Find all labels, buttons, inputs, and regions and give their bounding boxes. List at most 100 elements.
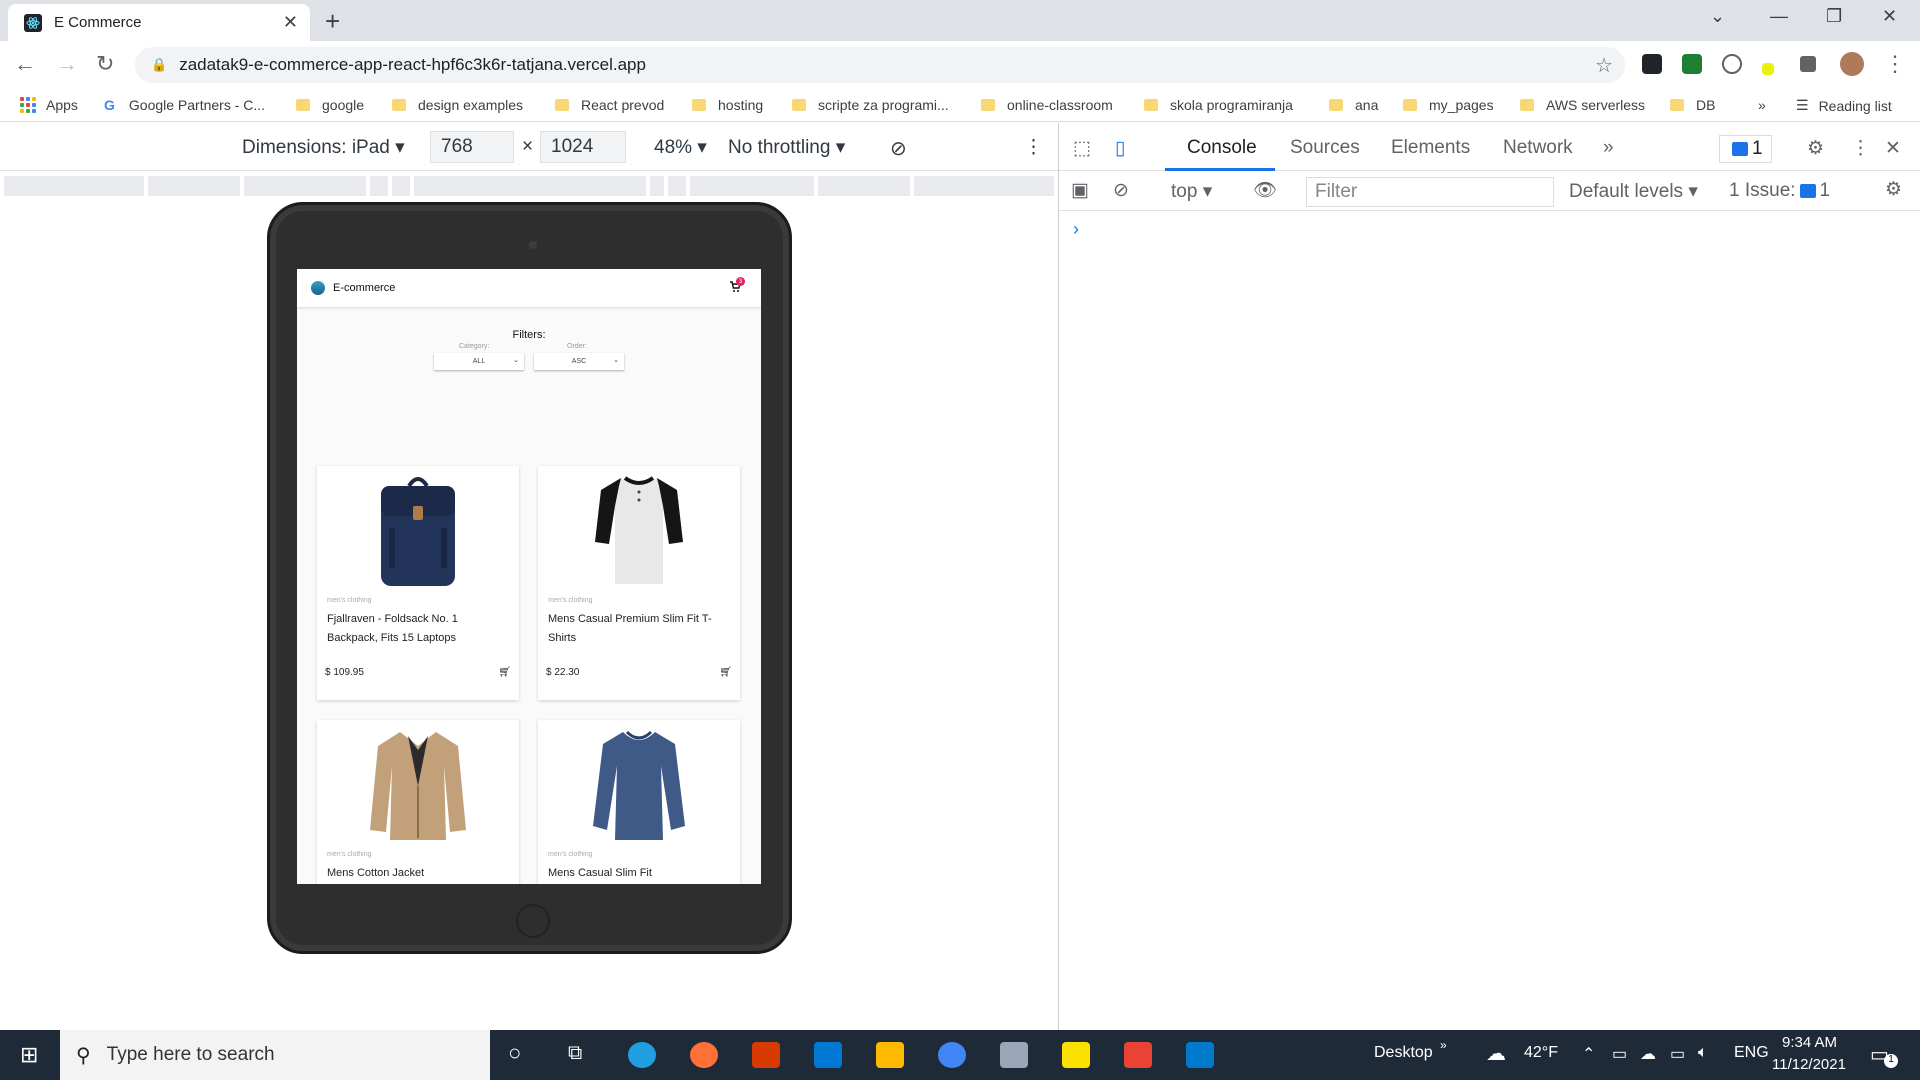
device-dimensions-select[interactable]: Dimensions: iPad ▾ xyxy=(242,136,405,159)
vscode-icon[interactable] xyxy=(1186,1042,1214,1068)
chrome-icon[interactable] xyxy=(938,1042,966,1068)
meet-now-icon[interactable]: ▭ xyxy=(1612,1044,1627,1064)
bookmark-folder[interactable]: DB xyxy=(1670,97,1715,113)
clear-console-icon[interactable]: ⊘ xyxy=(1113,179,1129,202)
reading-list-button[interactable]: ☰ Reading list xyxy=(1796,97,1892,114)
tab-console[interactable]: Console xyxy=(1187,137,1257,159)
device-width-input[interactable]: 768 xyxy=(430,131,514,163)
bookmark-folder[interactable]: google xyxy=(296,97,364,113)
desktop-toolbar[interactable]: Desktop xyxy=(1374,1044,1433,1062)
address-bar[interactable]: 🔒 zadatak9-e-commerce-app-react-hpf6c3k6… xyxy=(135,47,1625,83)
console-prompt[interactable]: › xyxy=(1073,219,1079,240)
bookmark-folder[interactable]: design examples xyxy=(392,97,523,113)
close-devtools-icon[interactable]: ✕ xyxy=(1885,137,1901,160)
app-bar: E-commerce 3 xyxy=(297,269,761,307)
settings-gear-icon[interactable]: ⚙ xyxy=(1807,137,1824,160)
more-tabs-button[interactable]: » xyxy=(1603,137,1614,159)
tab-sources[interactable]: Sources xyxy=(1290,137,1360,159)
language-indicator[interactable]: ENG xyxy=(1734,1044,1769,1062)
clock-date[interactable]: 11/12/2021 xyxy=(1772,1056,1846,1073)
toolbar-expand-icon[interactable]: » xyxy=(1440,1038,1447,1052)
sidebar-toggle-icon[interactable]: ▣ xyxy=(1071,179,1089,202)
bookmark-apps[interactable]: Apps xyxy=(20,97,78,113)
product-card[interactable]: men's clothing Mens Casual Premium Slim … xyxy=(538,466,740,700)
add-to-cart-icon[interactable]: 🛒︎ xyxy=(719,667,732,678)
product-card[interactable]: men's clothing Fjallraven - Foldsack No.… xyxy=(317,466,519,700)
tab-network[interactable]: Network xyxy=(1503,137,1573,159)
rotate-icon[interactable]: ⊘ xyxy=(890,136,907,161)
more-bookmarks-button[interactable]: » xyxy=(1758,97,1766,113)
bookmark-star-icon[interactable]: ☆ xyxy=(1595,53,1613,78)
product-card[interactable]: men's clothing Mens Cotton Jacket xyxy=(317,720,519,884)
puzzle-extensions-icon[interactable] xyxy=(1800,56,1816,72)
windows-start-icon[interactable]: ⊞ xyxy=(20,1042,38,1068)
taskbar-search[interactable]: ⚲ Type here to search xyxy=(60,1030,490,1080)
device-height-input[interactable]: 1024 xyxy=(540,131,626,163)
tab-elements[interactable]: Elements xyxy=(1391,137,1470,159)
weather-cloud-icon[interactable]: ☁ xyxy=(1486,1041,1506,1066)
device-toolbar-menu-icon[interactable]: ⋮ xyxy=(1024,136,1043,159)
browser-tab[interactable]: E Commerce ✕ xyxy=(8,4,310,41)
product-category: men's clothing xyxy=(327,597,372,604)
color-picker-extension-icon[interactable] xyxy=(1762,63,1774,75)
profile-avatar[interactable] xyxy=(1840,52,1864,76)
show-hidden-icons-icon[interactable]: ⌃ xyxy=(1582,1044,1595,1064)
bookmark-folder[interactable]: scripte za programi... xyxy=(792,97,949,113)
bookmark-folder[interactable]: React prevod xyxy=(555,97,664,113)
forward-arrow-icon[interactable]: → xyxy=(56,51,78,77)
mail-icon[interactable] xyxy=(814,1042,842,1068)
bookmark-folder[interactable]: ana xyxy=(1329,97,1378,113)
devtools-menu-icon[interactable]: ⋮ xyxy=(1851,137,1870,160)
gmail-icon[interactable] xyxy=(1124,1042,1152,1068)
paint-icon[interactable] xyxy=(1000,1042,1028,1068)
live-expression-eye-icon[interactable]: 👁︎ xyxy=(1253,178,1277,202)
add-to-cart-icon[interactable]: 🛒︎ xyxy=(498,667,511,678)
media-query-ruler[interactable] xyxy=(0,172,1058,200)
category-select[interactable]: ALL ⌄ xyxy=(434,353,524,370)
close-tab-icon[interactable]: ✕ xyxy=(283,12,298,33)
clock-time[interactable]: 9:34 AM xyxy=(1782,1034,1837,1051)
product-card[interactable]: men's clothing Mens Casual Slim Fit xyxy=(538,720,740,884)
bookmark-google-partners[interactable]: G Google Partners - C... xyxy=(104,97,265,113)
minimize-button[interactable]: — xyxy=(1770,6,1788,27)
bookmark-folder[interactable]: my_pages xyxy=(1403,97,1494,113)
browser-menu-icon[interactable]: ⋮ xyxy=(1884,51,1906,77)
tab-search-icon[interactable]: ⌄ xyxy=(1710,6,1725,27)
bookmark-folder[interactable]: skola programiranja xyxy=(1144,97,1293,113)
file-explorer-icon[interactable] xyxy=(876,1042,904,1068)
messages-badge[interactable]: 1 xyxy=(1719,135,1772,163)
device-toggle-icon[interactable]: ▯ xyxy=(1115,137,1125,160)
cortana-icon[interactable]: ○ xyxy=(508,1040,521,1066)
volume-icon[interactable]: 🔈︎ xyxy=(1698,1044,1708,1062)
extension-icon[interactable] xyxy=(1722,54,1742,74)
firefox-icon[interactable] xyxy=(690,1042,718,1068)
sticky-notes-icon[interactable] xyxy=(1062,1042,1090,1068)
zoom-select[interactable]: 48% ▾ xyxy=(654,136,707,159)
react-devtools-extension-icon[interactable] xyxy=(1642,54,1662,74)
google-icon: G xyxy=(104,97,115,113)
back-arrow-icon[interactable]: ← xyxy=(14,51,36,77)
context-select[interactable]: top ▾ xyxy=(1171,180,1212,203)
console-settings-gear-icon[interactable]: ⚙ xyxy=(1885,178,1902,201)
close-window-button[interactable]: ✕ xyxy=(1882,6,1897,27)
bookmark-folder[interactable]: online-classroom xyxy=(981,97,1113,113)
bookmark-folder[interactable]: AWS serverless xyxy=(1520,97,1645,113)
throttling-select[interactable]: No throttling ▾ xyxy=(728,136,845,159)
console-filter-input[interactable]: Filter xyxy=(1306,177,1554,207)
excel-extension-icon[interactable] xyxy=(1682,54,1702,74)
order-select[interactable]: ASC ⌄ xyxy=(534,353,624,370)
battery-icon[interactable]: ▭ xyxy=(1670,1044,1685,1064)
office-icon[interactable] xyxy=(752,1042,780,1068)
inspect-element-icon[interactable]: ⬚ xyxy=(1073,137,1091,160)
bookmark-folder[interactable]: hosting xyxy=(692,97,763,113)
edge-icon[interactable] xyxy=(628,1042,656,1068)
new-tab-button[interactable]: + xyxy=(325,6,340,37)
issues-button[interactable]: 1 Issue: 1 xyxy=(1729,180,1830,202)
log-levels-select[interactable]: Default levels ▾ xyxy=(1569,180,1698,203)
onedrive-icon[interactable]: ☁ xyxy=(1640,1044,1656,1064)
reload-icon[interactable]: ↻ xyxy=(96,51,114,77)
folder-icon xyxy=(392,99,406,111)
task-view-icon[interactable]: ⧉ xyxy=(568,1042,582,1065)
weather-temp[interactable]: 42°F xyxy=(1524,1044,1558,1062)
restore-button[interactable]: ❐ xyxy=(1826,6,1842,27)
